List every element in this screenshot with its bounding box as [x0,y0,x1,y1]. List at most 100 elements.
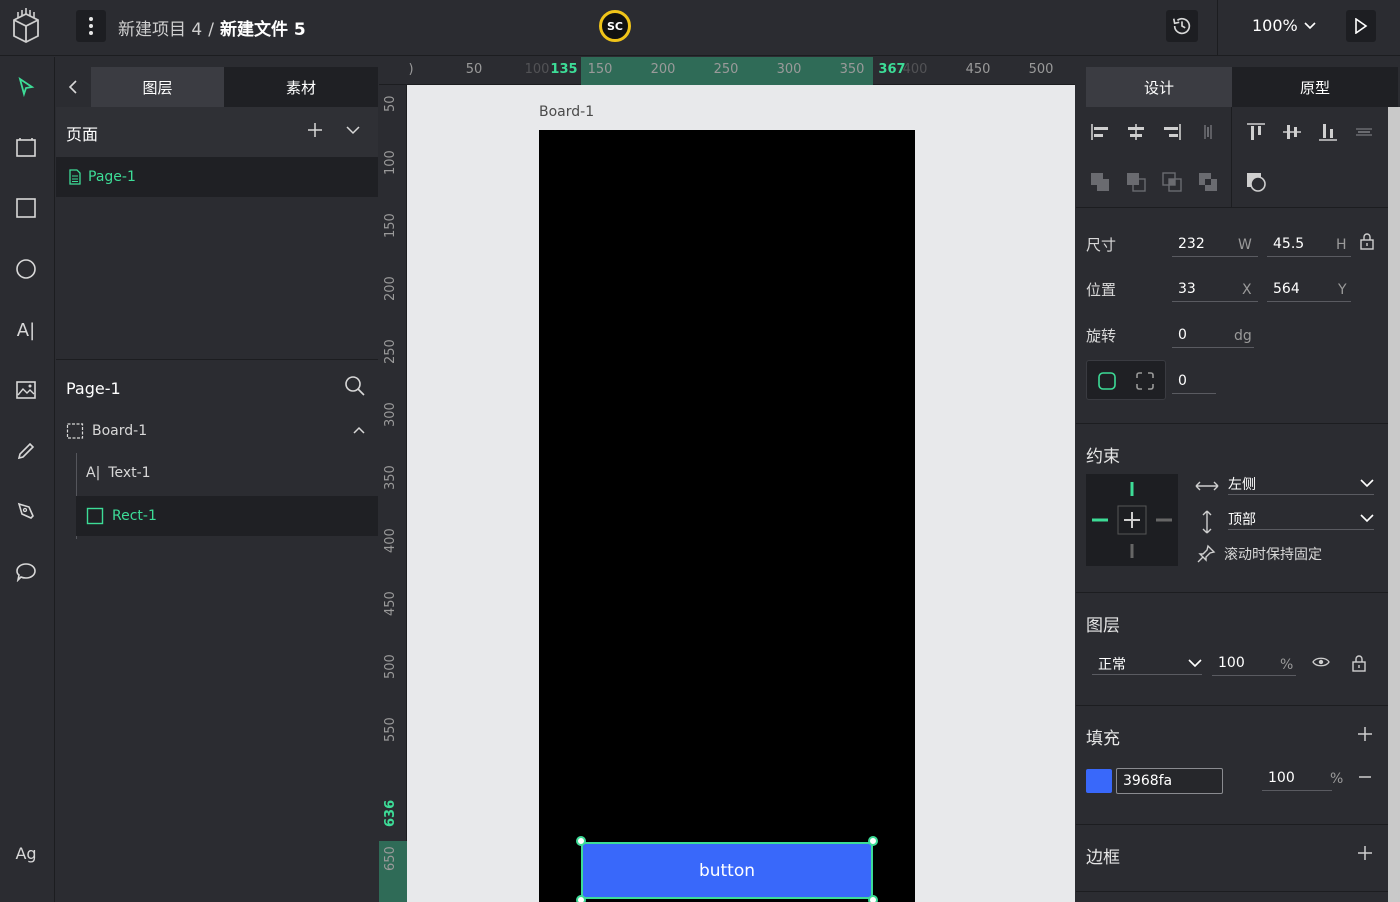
align-bottom-button[interactable] [1310,117,1346,147]
add-page-button[interactable] [306,121,324,143]
align-left-button[interactable] [1082,117,1118,147]
section-divider [1076,423,1388,424]
preview-play-button[interactable] [1346,10,1376,42]
search-layers-button[interactable] [344,375,366,401]
page-item[interactable]: Page-1 [56,157,378,197]
board-label[interactable]: Board-1 [539,104,594,120]
top-bar: 新建项目 4 / 新建文件 5 SC 100% [0,0,1400,56]
constraint-horizontal-select[interactable]: 左侧 [1228,473,1374,495]
tab-assets[interactable]: 素材 [224,67,378,107]
align-right-button[interactable] [1154,117,1190,147]
add-border-button[interactable] [1356,844,1374,866]
remove-fill-button[interactable] [1357,769,1373,789]
ruler-tick-label: 150 [383,213,398,238]
chevron-down-icon [1188,659,1202,668]
fill-opacity-input[interactable]: 100 [1262,765,1332,791]
pencil-tool[interactable] [10,435,42,467]
layer-lock-toggle[interactable] [1351,654,1367,676]
collapse-board-button[interactable] [352,423,366,439]
select-tool[interactable] [10,71,42,103]
visibility-toggle[interactable] [1312,656,1330,672]
pen-nib-icon [17,502,34,519]
tab-layers[interactable]: 图层 [91,67,224,107]
minus-icon [1359,776,1371,778]
ruler-tick-label: 150 [587,62,613,77]
right-panel-scrollbar[interactable] [1388,107,1400,902]
resize-handle[interactable] [576,836,586,846]
add-fill-button[interactable] [1356,725,1374,747]
section-divider [1076,207,1388,208]
page-item-label: Page-1 [88,169,136,185]
boolean-intersect-button[interactable] [1154,167,1190,197]
fill-hex-input[interactable]: 3968fa [1116,768,1223,794]
ruler-tick-label: 135 [550,62,578,77]
layer-item-text[interactable]: A| Text-1 [76,453,378,493]
right-panel: 设计 原型 尺寸 232 W 45.5 H 位置 33 X 564 Y 旋转 0 [1076,57,1398,902]
left-panel-divider [56,359,378,360]
image-tool[interactable] [10,374,42,406]
align-center-h-button[interactable] [1118,117,1154,147]
canvas[interactable]: Board-1 button [407,85,1075,902]
resize-handle[interactable] [868,836,878,846]
y-unit: Y [1338,282,1347,298]
text-tool[interactable]: A| [10,314,42,346]
ruler-tick-label: 50 [383,95,398,112]
board-tool[interactable] [10,132,42,164]
constraint-vertical-select[interactable]: 顶部 [1228,508,1374,530]
radius-individual-button[interactable] [1135,371,1155,395]
comment-tool[interactable] [10,556,42,588]
topbar-divider [1217,0,1218,56]
blend-mode-select[interactable]: 正常 [1092,653,1202,675]
zoom-dropdown[interactable]: 100% [1252,16,1316,35]
distribute-h-button[interactable] [1190,117,1226,147]
align-top-button[interactable] [1238,117,1274,147]
section-divider [1076,705,1388,706]
ellipse-tool[interactable] [10,253,42,285]
app-logo-icon[interactable] [6,6,46,46]
radius-all-button[interactable] [1097,371,1117,395]
breadcrumb-file[interactable]: 新建文件 5 [220,20,306,40]
ruler-tick-label: 500 [1028,62,1054,77]
align-middle-button[interactable] [1274,117,1310,147]
layer-label: Rect-1 [112,508,157,524]
fix-on-scroll-toggle[interactable]: 滚动时保持固定 [1196,544,1322,564]
tab-prototype[interactable]: 原型 [1232,67,1398,107]
size-label: 尺寸 [1086,236,1117,254]
font-tool[interactable]: Ag [10,837,42,869]
lock-icon [1352,655,1366,672]
main-menu-button[interactable] [76,10,106,42]
ruler-tick-label: 350 [383,465,398,490]
rectangle-tool[interactable] [10,192,42,224]
layer-item-rect[interactable]: Rect-1 [76,496,378,536]
distribute-v-button[interactable] [1346,117,1382,147]
back-button[interactable] [62,75,84,99]
boolean-exclude-button[interactable] [1190,167,1226,197]
boolean-union-button[interactable] [1082,167,1118,197]
layers-title: Page-1 [66,379,121,398]
tab-design[interactable]: 设计 [1086,67,1232,107]
history-button[interactable] [1166,10,1198,42]
constraint-widget[interactable] [1086,474,1178,566]
radius-mode-toggle [1086,360,1166,400]
selected-button-rect[interactable]: button [581,842,873,899]
boolean-subtract-button[interactable] [1118,167,1154,197]
collapse-pages-button[interactable] [344,121,362,143]
user-avatar[interactable]: SC [599,10,631,42]
resize-handle[interactable] [576,895,586,902]
radius-input[interactable]: 0 [1172,368,1216,394]
align-toolbar [1082,117,1226,147]
pen-tool[interactable] [10,495,42,527]
pages-header: 页面 [56,107,378,157]
constraint-vertical-value: 顶部 [1228,511,1256,528]
ruler-tick-label: 100 [524,62,550,77]
layer-item-board[interactable]: Board-1 [66,411,378,451]
ruler-tick-label: 650 [383,846,398,871]
toolbar-divider [1231,107,1232,207]
mask-button[interactable] [1238,167,1274,197]
breadcrumb-project[interactable]: 新建项目 4 [118,20,202,40]
artboard[interactable] [539,130,915,902]
lock-ratio-button[interactable] [1359,232,1375,254]
speech-bubble-icon [16,563,36,582]
resize-handle[interactable] [868,895,878,902]
fill-color-swatch[interactable] [1086,769,1112,793]
